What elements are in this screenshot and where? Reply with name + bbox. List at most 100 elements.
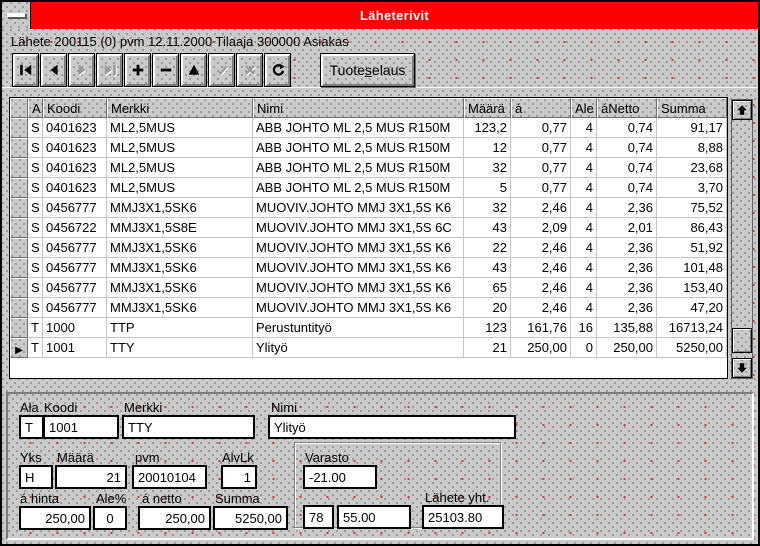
grid-cell[interactable]: 0,74 xyxy=(597,178,657,198)
grid-cell[interactable]: 250,00 xyxy=(511,338,571,358)
grid-cell[interactable]: ML2,5MUS xyxy=(107,158,253,178)
scrollbar-thumb[interactable] xyxy=(732,328,752,353)
nav-post-button[interactable] xyxy=(208,53,235,87)
grid-cell[interactable]: 2,46 xyxy=(511,298,571,318)
grid-cell[interactable]: 0401623 xyxy=(43,178,107,198)
grid-cell[interactable]: 32 xyxy=(464,158,511,178)
nav-cancel-button[interactable] xyxy=(236,53,263,87)
nav-insert-button[interactable] xyxy=(124,53,151,87)
grid-cell[interactable]: MMJ3X1,5SK6 xyxy=(107,238,253,258)
grid-cell[interactable]: 43 xyxy=(464,218,511,238)
system-menu-button[interactable] xyxy=(2,2,31,29)
grid-cell[interactable]: MMJ3X1,5SK6 xyxy=(107,278,253,298)
grid-cell[interactable]: 16713,24 xyxy=(657,318,727,338)
grid-cell[interactable]: 0,77 xyxy=(511,158,571,178)
grid-cell[interactable]: 0,74 xyxy=(597,158,657,178)
grid-cell[interactable]: 0,77 xyxy=(511,118,571,138)
grid-cell[interactable]: 4 xyxy=(571,178,597,198)
grid-cell[interactable]: 2,09 xyxy=(511,218,571,238)
grid-cell[interactable]: 21 xyxy=(464,338,511,358)
column-header-9[interactable]: Summa xyxy=(657,98,727,118)
grid-cell[interactable]: T xyxy=(28,318,43,338)
nimi-field[interactable] xyxy=(268,415,516,439)
grid-cell[interactable]: MMJ3X1,5SK6 xyxy=(107,198,253,218)
grid-cell[interactable]: 2,46 xyxy=(511,258,571,278)
grid-cell[interactable]: MUOVIV.JOHTO MMJ 3X1,5S K6 xyxy=(253,198,464,218)
grid-cell[interactable]: T xyxy=(28,338,43,358)
grid-cell[interactable]: 5250,00 xyxy=(657,338,727,358)
grid-cell[interactable]: 2,36 xyxy=(597,298,657,318)
scroll-up-button[interactable] xyxy=(732,100,752,120)
column-header-4[interactable]: Nimi xyxy=(253,98,464,118)
column-header-3[interactable]: Merkki xyxy=(107,98,253,118)
grid-cell[interactable]: 4 xyxy=(571,118,597,138)
nav-last-button[interactable] xyxy=(96,53,123,87)
grid-cell[interactable]: MMJ3X1,5SK6 xyxy=(107,258,253,278)
grid-cell[interactable]: 153,40 xyxy=(657,278,727,298)
grid-cell[interactable]: 0,74 xyxy=(597,138,657,158)
grid-cell[interactable]: 4 xyxy=(571,198,597,218)
nav-edit-button[interactable] xyxy=(180,53,207,87)
varasto-field[interactable] xyxy=(303,465,377,489)
grid-cell[interactable]: 2,36 xyxy=(597,278,657,298)
grid-cell[interactable]: S xyxy=(28,118,43,138)
grid-cell[interactable]: 0 xyxy=(571,338,597,358)
column-header-6[interactable]: á xyxy=(511,98,571,118)
grid-cell[interactable]: 2,36 xyxy=(597,198,657,218)
grid-cell[interactable]: 4 xyxy=(571,258,597,278)
grid-cell[interactable]: S xyxy=(28,138,43,158)
grid-cell[interactable]: 0401623 xyxy=(43,118,107,138)
grid-cell[interactable]: ABB JOHTO ML 2,5 MUS R150M xyxy=(253,158,464,178)
nav-refresh-button[interactable] xyxy=(264,53,291,87)
grid-cell[interactable]: 43 xyxy=(464,258,511,278)
grid-cell[interactable]: 123 xyxy=(464,318,511,338)
grid-cell[interactable]: 4 xyxy=(571,218,597,238)
grid-cell[interactable]: TTP xyxy=(107,318,253,338)
column-header-1[interactable]: A xyxy=(28,98,43,118)
koodi-field[interactable] xyxy=(43,415,119,439)
grid-cell[interactable]: S xyxy=(28,278,43,298)
nav-first-button[interactable] xyxy=(12,53,39,87)
grid-cell[interactable]: S xyxy=(28,218,43,238)
grid-cell[interactable]: 2,36 xyxy=(597,238,657,258)
grid-cell[interactable]: 1001 xyxy=(43,338,107,358)
grid-cell[interactable]: 0456777 xyxy=(43,278,107,298)
grid-cell[interactable]: 3,70 xyxy=(657,178,727,198)
column-header-8[interactable]: áNetto xyxy=(597,98,657,118)
grid-cell[interactable]: S xyxy=(28,258,43,278)
grid-cell[interactable]: 86,43 xyxy=(657,218,727,238)
scrollbar-track[interactable] xyxy=(732,120,752,358)
grid-cell[interactable]: MUOVIV.JOHTO MMJ 3X1,5S K6 xyxy=(253,258,464,278)
grid-cell[interactable]: 32 xyxy=(464,198,511,218)
maara-field[interactable] xyxy=(55,465,127,489)
grid-cell[interactable]: 65 xyxy=(464,278,511,298)
grid-cell[interactable]: S xyxy=(28,238,43,258)
summa-field[interactable] xyxy=(213,506,288,530)
grid-cell[interactable]: 12 xyxy=(464,138,511,158)
grid-cell[interactable]: 23,68 xyxy=(657,158,727,178)
grid-cell[interactable]: 1000 xyxy=(43,318,107,338)
grid-cell[interactable]: 101,48 xyxy=(657,258,727,278)
grid-cell[interactable]: 2,46 xyxy=(511,278,571,298)
grid-cell[interactable]: 0401623 xyxy=(43,158,107,178)
grid-cell[interactable]: MUOVIV.JOHTO MMJ 3X1,5S 6C xyxy=(253,218,464,238)
grid-cell[interactable]: 5 xyxy=(464,178,511,198)
grid-cell[interactable]: MMJ3X1,5S8E xyxy=(107,218,253,238)
grid-cell[interactable]: 75,52 xyxy=(657,198,727,218)
grid-cell[interactable]: 123,2 xyxy=(464,118,511,138)
alvlk-field[interactable] xyxy=(221,465,257,489)
grid-cell[interactable]: TTY xyxy=(107,338,253,358)
grid-cell[interactable]: 16 xyxy=(571,318,597,338)
nav-delete-button[interactable] xyxy=(152,53,179,87)
grid-cell[interactable]: 0,77 xyxy=(511,138,571,158)
grid-cell[interactable]: 51,92 xyxy=(657,238,727,258)
grid-cell[interactable]: 20 xyxy=(464,298,511,318)
pvm-field[interactable] xyxy=(132,465,207,489)
grid-cell[interactable]: 4 xyxy=(571,298,597,318)
grid-cell[interactable]: 2,46 xyxy=(511,198,571,218)
grid-cell[interactable]: 0456777 xyxy=(43,238,107,258)
grid-cell[interactable]: ML2,5MUS xyxy=(107,138,253,158)
extra2-field[interactable] xyxy=(337,505,411,529)
grid-cell[interactable]: ML2,5MUS xyxy=(107,178,253,198)
grid-cell[interactable]: 91,17 xyxy=(657,118,727,138)
